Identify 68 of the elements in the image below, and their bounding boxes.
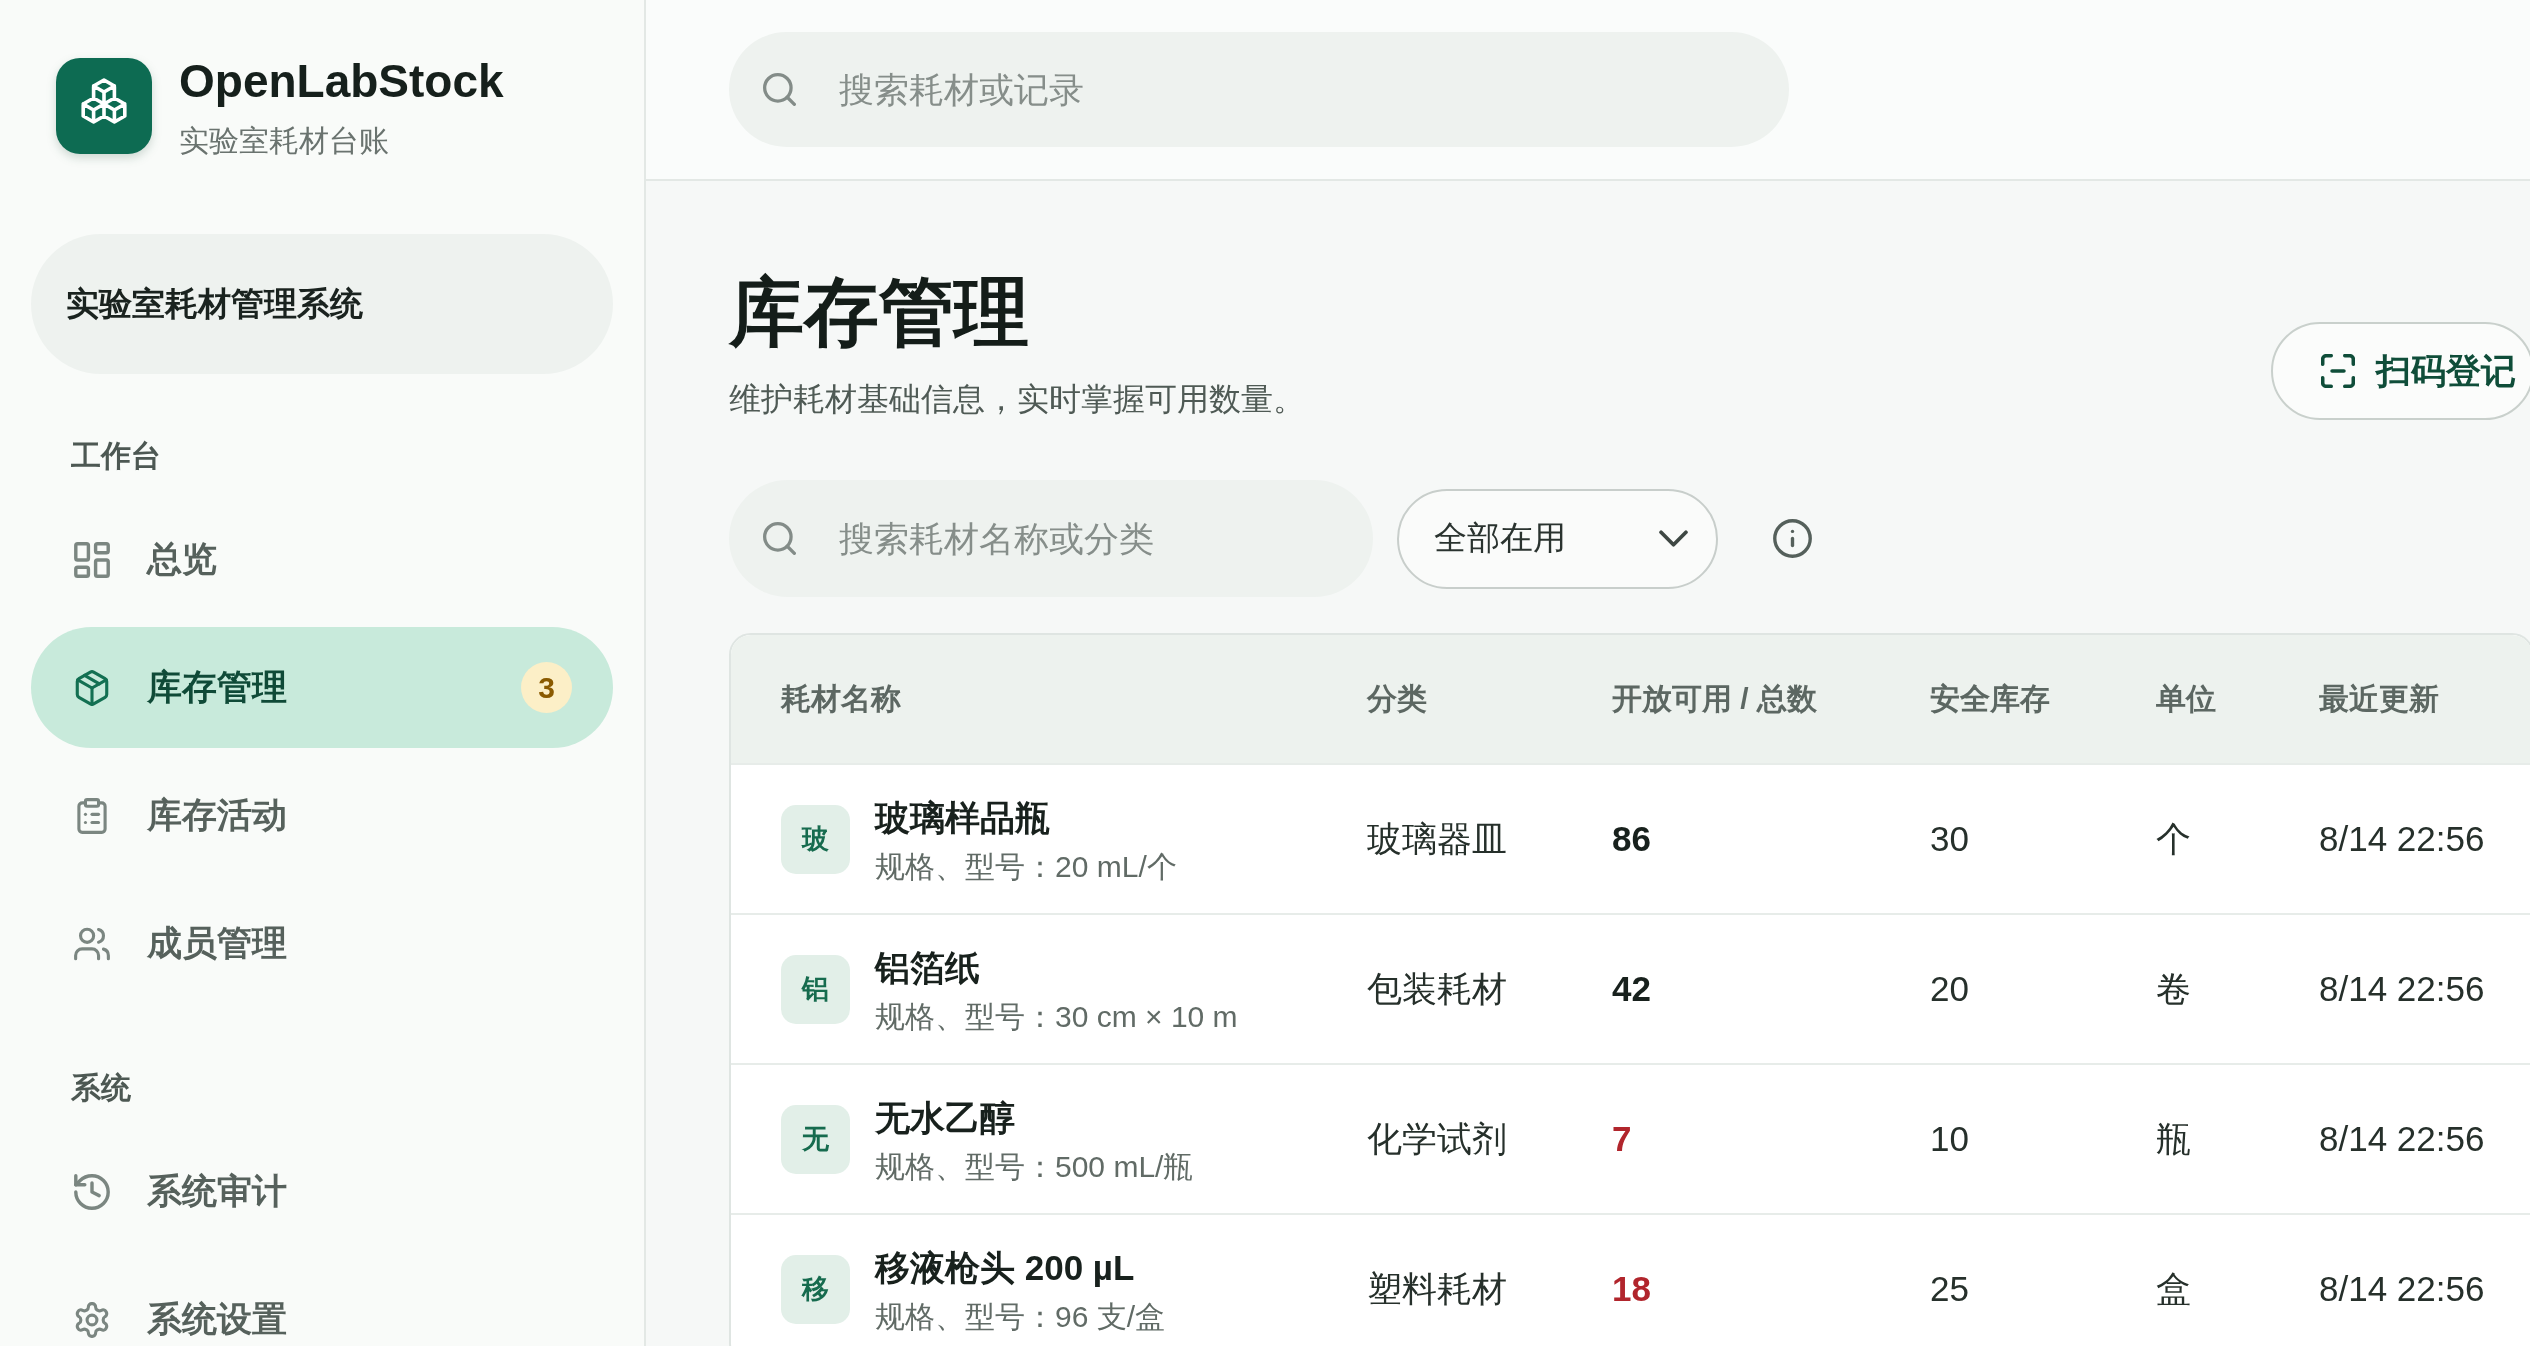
column-header: 耗材名称 (781, 680, 902, 717)
nav-item[interactable]: 系统设置 (31, 1259, 613, 1346)
column-header: 开放可用 / 总数 (1612, 680, 1818, 717)
item-name: 无水乙醇 (875, 1096, 1016, 1139)
initial-avatar: 无 (781, 1104, 850, 1174)
column-header: 单位 (2156, 680, 2217, 717)
page-subtitle: 维护耗材基础信息，实时掌握可用数量。 (729, 380, 1305, 419)
table-cell-text: 30 (1930, 819, 1970, 859)
clipboard-icon (74, 797, 110, 834)
search-field[interactable]: 搜索耗材名称或分类 (729, 480, 1373, 597)
column-header: 安全库存 (1930, 680, 2051, 717)
item-name: 铝箔纸 (875, 946, 981, 989)
table-cell-text: 瓶 (2156, 1117, 2192, 1160)
initial-avatar: 移 (781, 1254, 850, 1324)
scan-icon (2321, 354, 2355, 388)
table-cell-text: 8/14 22:56 (2319, 1269, 2486, 1309)
table-cell-text: 8/14 22:56 (2319, 969, 2486, 1009)
nav-item[interactable]: 成员管理 (31, 883, 613, 1004)
grid-icon (74, 541, 110, 578)
box-icon (74, 669, 110, 706)
item-spec: 规格、型号：30 cm × 10 m (875, 998, 1238, 1034)
table-cell-text: 玻璃器皿 (1367, 817, 1508, 860)
scan-button[interactable]: 扫码登记 (2271, 322, 2530, 420)
table-cell-text: 8/14 22:56 (2319, 819, 2486, 859)
table-cell-text: 20 (1930, 969, 1970, 1009)
nav-item[interactable]: 库存管理 3 (31, 627, 613, 748)
item-spec: 规格、型号：500 mL/瓶 (875, 1148, 1194, 1184)
column-header: 分类 (1367, 680, 1428, 717)
status-select[interactable]: 全部在用 (1397, 488, 1718, 589)
people-icon (74, 925, 110, 962)
nav-section-label: 系统 (70, 1070, 132, 1106)
app-name: OpenLabStock (179, 56, 504, 106)
page-title: 库存管理 (729, 269, 1030, 356)
table-cell-text: 卷 (2156, 967, 2192, 1010)
app-tagline: 实验室耗材台账 (179, 123, 390, 159)
search-icon (763, 72, 796, 106)
item-spec: 规格、型号：20 mL/个 (875, 848, 1177, 884)
nav-item[interactable]: 总览 (31, 499, 613, 620)
history-icon (74, 1173, 110, 1210)
initial-avatar: 玻 (781, 804, 850, 874)
chevron-down-icon (1659, 530, 1688, 547)
table-cell-text: 塑料耗材 (1367, 1267, 1508, 1310)
info-icon[interactable] (1773, 519, 1812, 558)
nav-item[interactable]: 系统审计 (31, 1131, 613, 1252)
table-cell-text: 7 (1612, 1119, 1633, 1159)
table-cell-text: 盒 (2156, 1267, 2192, 1310)
item-name: 玻璃样品瓶 (875, 796, 1051, 839)
settings-icon (74, 1301, 110, 1338)
search-field[interactable]: 搜索耗材或记录 (729, 32, 1789, 147)
search-icon (763, 521, 796, 555)
table-cell-text: 个 (2156, 817, 2192, 860)
column-header: 最近更新 (2319, 680, 2440, 717)
item-name: 移液枪头 200 µL (875, 1246, 1136, 1289)
count-badge: 3 (521, 662, 572, 713)
table-cell-text: 18 (1612, 1269, 1652, 1309)
logo-icon (56, 58, 152, 154)
nav-item[interactable]: 库存活动 (31, 755, 613, 876)
initial-avatar: 铝 (781, 954, 850, 1024)
table-cell-text: 42 (1612, 969, 1652, 1009)
table-cell-text: 8/14 22:56 (2319, 1119, 2486, 1159)
table-cell-text: 包装耗材 (1367, 967, 1508, 1010)
workspace-name: 实验室耗材管理系统 (31, 234, 613, 374)
nav-section-label: 工作台 (70, 438, 162, 474)
table-cell-text: 25 (1930, 1269, 1970, 1309)
table-cell-text: 10 (1930, 1119, 1970, 1159)
table-cell-text: 86 (1612, 819, 1652, 859)
table-cell-text: 化学试剂 (1367, 1117, 1508, 1160)
item-spec: 规格、型号：96 支/盒 (875, 1298, 1166, 1334)
